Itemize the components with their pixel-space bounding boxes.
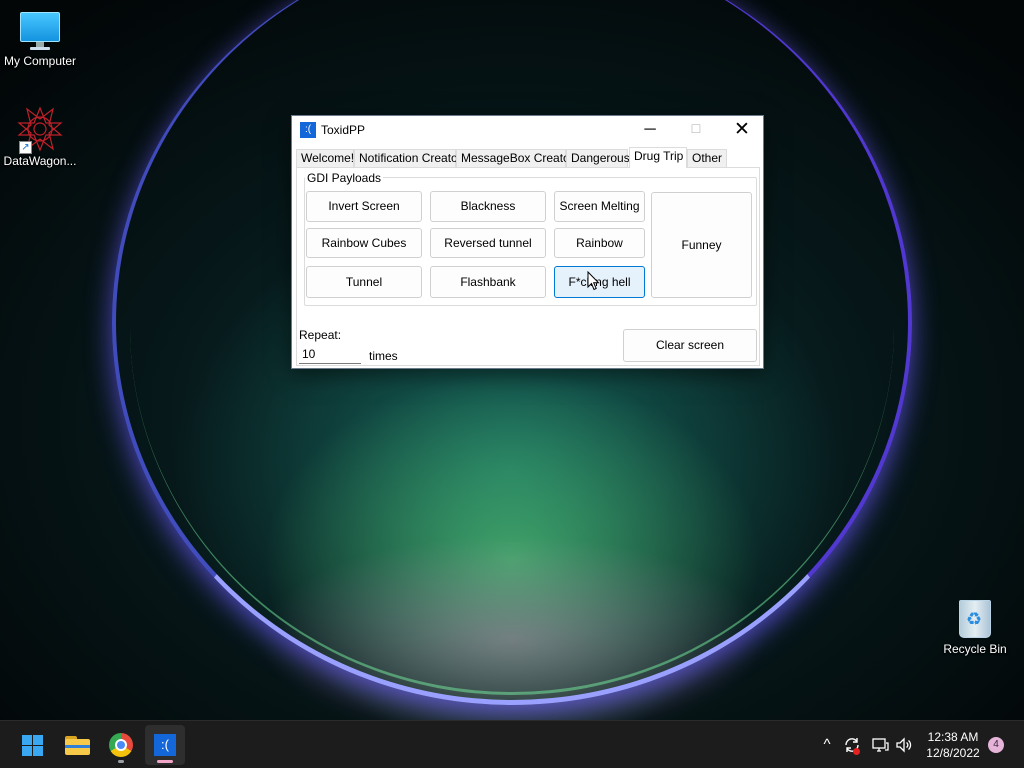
datawagon-shortcut-icon: ↗ [17,106,63,154]
desktop-icon-label: DataWagon... [3,154,77,168]
monitor-icon [18,10,62,52]
invert-screen-button[interactable]: Invert Screen [306,191,422,222]
window-title: ToxidPP [321,123,366,137]
toxidpp-icon: :( [154,734,176,756]
clock-time: 12:38 AM [927,730,979,744]
tab-drug-trip[interactable]: Drug Trip [629,147,687,168]
desktop-icon-label: Recycle Bin [943,642,1007,656]
repeat-count-input[interactable] [299,344,361,364]
tab-welcome[interactable]: Welcome! [296,149,354,167]
active-indicator [157,760,173,763]
reversed-tunnel-button[interactable]: Reversed tunnel [430,228,546,258]
group-label: GDI Payloads [305,171,384,185]
taskbar-chrome[interactable] [101,725,141,765]
taskbar-file-explorer[interactable] [57,725,97,765]
clock-date: 12/8/2022 [926,746,980,760]
tunnel-button[interactable]: Tunnel [306,266,422,298]
clear-screen-button[interactable]: Clear screen [623,329,757,362]
tab-dangerous[interactable]: Dangerous [566,149,630,167]
chrome-icon [109,733,133,757]
desktop-icon-datawagon[interactable]: ↗ DataWagon... [0,106,80,168]
funney-button[interactable]: Funney [651,192,752,298]
running-indicator [118,760,124,763]
tab-other[interactable]: Other [687,149,727,167]
desktop-icon-label: My Computer [3,54,77,68]
desktop-icon-recycle-bin[interactable]: ♻ Recycle Bin [935,596,1015,656]
taskbar-toxidpp[interactable]: :( [145,725,185,765]
tab-notification-creator[interactable]: Notification Creator [354,149,462,167]
rainbow-cubes-button[interactable]: Rainbow Cubes [306,228,422,258]
toxidpp-app-icon: :( [300,122,316,138]
shortcut-arrow-icon: ↗ [19,141,32,154]
tab-strip: Welcome! Notification Creator MessageBox… [296,147,756,168]
minimize-button[interactable]: ─ [627,116,673,144]
show-hidden-icons-chevron-icon[interactable]: ^ [816,721,838,768]
times-label: times [369,349,398,363]
window-titlebar[interactable]: :( ToxidPP ─ ☐ ✕ [292,116,763,144]
volume-icon[interactable] [892,721,916,768]
repeat-label: Repeat: [299,328,342,342]
mouse-cursor-icon [587,271,600,291]
folder-icon [65,736,90,755]
taskbar-clock[interactable]: 12:38 AM 12/8/2022 [918,729,988,761]
recycle-bin-icon: ♻ [955,596,995,640]
blackness-button[interactable]: Blackness [430,191,546,222]
maximize-button[interactable]: ☐ [673,116,719,144]
flashbank-button[interactable]: Flashbank [430,266,546,298]
rainbow-button[interactable]: Rainbow [554,228,645,258]
sync-icon[interactable] [840,721,864,768]
toxidpp-window: :( ToxidPP ─ ☐ ✕ Welcome! Notification C… [291,115,764,369]
taskbar: :( ^ 12:38 AM 12/8/2022 4 [0,720,1024,768]
windows-logo-icon [22,735,43,756]
start-button[interactable] [12,725,52,765]
close-button[interactable]: ✕ [719,116,765,144]
tab-messagebox-creator[interactable]: MessageBox Creator [456,149,574,167]
notification-badge[interactable]: 4 [988,737,1004,753]
screen-melting-button[interactable]: Screen Melting [554,191,645,222]
network-icon[interactable] [868,721,892,768]
desktop-icon-my-computer[interactable]: My Computer [0,10,80,68]
alert-dot-icon [853,748,860,755]
